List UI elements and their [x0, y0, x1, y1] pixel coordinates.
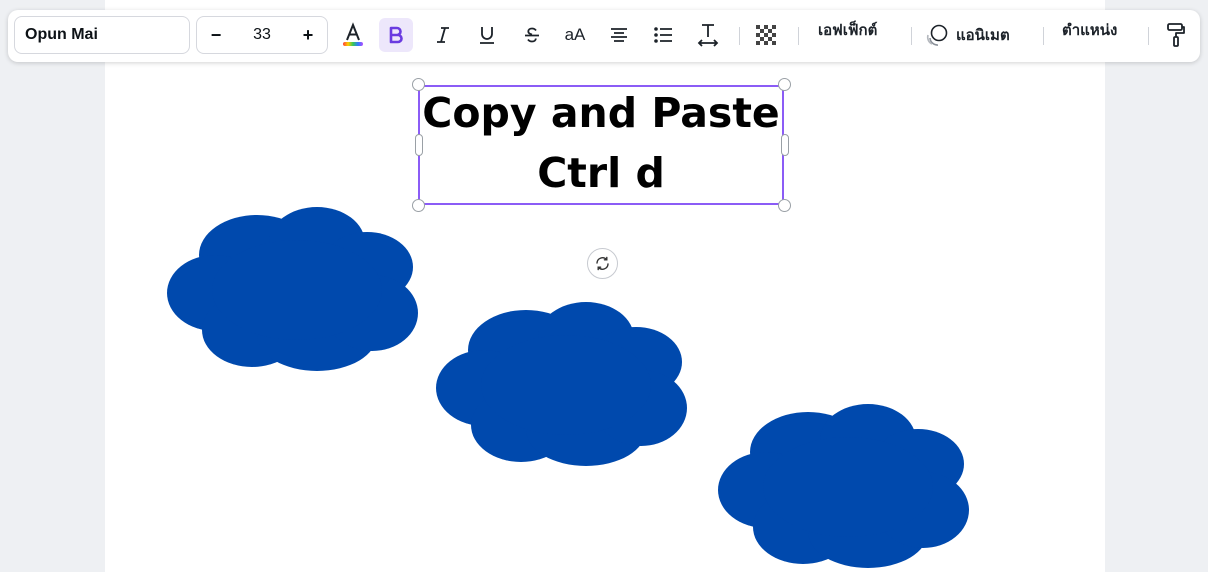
toolbar-separator: [1148, 27, 1149, 45]
toolbar-separator: [1043, 27, 1044, 45]
text-color-button[interactable]: [336, 18, 370, 52]
align-center-icon: [611, 28, 627, 42]
selected-text-box[interactable]: Copy and Paste Ctrl d: [418, 85, 784, 205]
font-size-input[interactable]: 33: [235, 17, 289, 53]
text-line-2: Ctrl d: [537, 149, 665, 197]
cloud-shape-1[interactable]: [167, 205, 421, 373]
toolbar-separator: [798, 27, 799, 45]
alignment-button[interactable]: [602, 18, 636, 52]
bold-icon: [389, 26, 403, 44]
transparency-button[interactable]: [749, 18, 783, 52]
letter-case-label: aA: [564, 25, 586, 44]
bold-button[interactable]: [379, 18, 413, 52]
position-button[interactable]: ตำแหน่ง: [1062, 18, 1117, 52]
cloud-shape-3[interactable]: [718, 402, 972, 570]
copy-style-button[interactable]: [1159, 18, 1193, 52]
resize-handle-left[interactable]: [415, 134, 423, 156]
text-color-icon: [343, 22, 363, 46]
transparency-icon: [756, 25, 776, 45]
effects-button[interactable]: เอฟเฟ็กต์: [818, 18, 877, 52]
decrease-font-size-button[interactable]: −: [201, 17, 231, 53]
animate-button[interactable]: แอนิเมต: [924, 18, 1032, 52]
strikethrough-icon: [525, 27, 539, 43]
italic-button[interactable]: [426, 18, 460, 52]
toolbar-separator: [739, 27, 740, 45]
increase-font-size-button[interactable]: +: [293, 17, 323, 53]
animate-icon: [926, 24, 948, 46]
resize-handle-right[interactable]: [781, 134, 789, 156]
bulleted-list-icon: [654, 27, 672, 43]
rotate-handle[interactable]: [587, 248, 618, 279]
resize-handle-bottom-right[interactable]: [778, 199, 791, 212]
text-spacing-icon: [697, 24, 719, 47]
paint-roller-icon: [1167, 23, 1185, 47]
resize-handle-bottom-left[interactable]: [412, 199, 425, 212]
list-button[interactable]: [646, 18, 680, 52]
text-toolbar: Opun Mai − 33 + aA เอฟเฟ็กต์ แอนิเมต ตำแ…: [8, 10, 1200, 62]
spacing-button[interactable]: [691, 18, 725, 52]
resize-handle-top-right[interactable]: [778, 78, 791, 91]
toolbar-separator: [911, 27, 912, 45]
font-size-control: − 33 +: [196, 16, 328, 54]
animate-label: แอนิเมต: [956, 27, 1010, 44]
resize-handle-top-left[interactable]: [412, 78, 425, 91]
underline-icon: [480, 27, 494, 44]
italic-icon: [437, 27, 449, 43]
strikethrough-button[interactable]: [515, 18, 549, 52]
rotate-icon: [596, 256, 609, 271]
text-line-1: Copy and Paste: [422, 89, 780, 137]
font-family-dropdown[interactable]: Opun Mai: [14, 16, 190, 54]
underline-button[interactable]: [470, 18, 504, 52]
letter-case-button[interactable]: aA: [558, 18, 592, 52]
cloud-shape-2[interactable]: [436, 300, 690, 468]
